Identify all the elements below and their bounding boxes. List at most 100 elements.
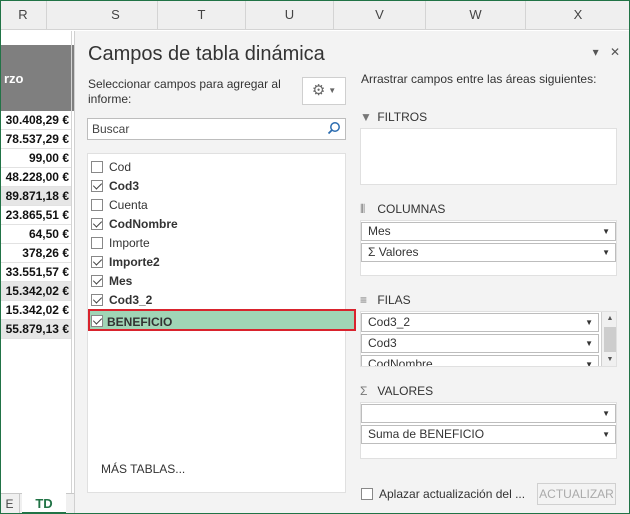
scroll-down-icon[interactable]: ▼ [602, 353, 616, 366]
field-label: CodNombre [109, 217, 178, 231]
sheet-cell[interactable]: 64,50 € [0, 225, 72, 244]
column-header-u[interactable]: U [246, 0, 334, 30]
field-item-importe2[interactable]: Importe2 [91, 253, 347, 272]
chevron-down-icon[interactable]: ▼ [602, 426, 610, 443]
row-field-cod3[interactable]: Cod3 ▼ [361, 334, 599, 353]
column-header-r[interactable]: R [0, 0, 47, 30]
search-input[interactable]: Buscar [87, 118, 346, 140]
columns-area-header: ⦀ COLUMNAS [360, 202, 445, 217]
row-field-label: Cod3_2 [368, 315, 411, 329]
field-checkbox[interactable] [91, 161, 103, 173]
sheet-cell[interactable]: 15.342,02 € [0, 301, 72, 320]
defer-update-checkbox[interactable] [361, 488, 373, 500]
sigma-icon: Σ [360, 384, 368, 398]
column-field-label: Σ Valores [368, 245, 419, 259]
field-label: Importe [109, 236, 150, 250]
scroll-up-icon[interactable]: ▲ [602, 312, 616, 326]
columns-area[interactable]: Mes ▼ Σ Valores ▼ [360, 220, 617, 276]
field-label: Importe2 [109, 255, 160, 269]
field-label: Cod3 [109, 179, 139, 193]
field-item-cod[interactable]: Cod [91, 158, 347, 177]
chevron-down-icon[interactable]: ▼ [585, 356, 593, 366]
pivot-fields-pane: Campos de tabla dinámica ▾ ✕ Seleccionar… [74, 31, 630, 514]
field-checkbox[interactable] [91, 256, 103, 268]
sheet-cell[interactable]: 78.537,29 € [0, 130, 72, 149]
sheet-tab-e[interactable]: E [0, 494, 20, 514]
chevron-down-icon: ▼ [328, 86, 337, 96]
sheet-gridline [71, 31, 72, 493]
column-field-valores[interactable]: Σ Valores ▼ [361, 243, 616, 262]
sheet-tab-td[interactable]: TD [22, 493, 66, 514]
column-header-w[interactable]: W [426, 0, 526, 30]
values-area[interactable]: ▼ Suma de BENEFICIO ▼ [360, 402, 617, 459]
pane-options-chevron-icon[interactable]: ▾ [593, 45, 599, 59]
field-checkbox[interactable] [91, 199, 103, 211]
chevron-down-icon[interactable]: ▼ [602, 223, 610, 240]
scroll-thumb[interactable] [604, 327, 616, 352]
column-header-t[interactable]: T [158, 0, 246, 30]
sheet-cell[interactable]: 99,00 € [0, 149, 72, 168]
field-item-importe[interactable]: Importe [91, 234, 347, 253]
gear-icon: ⚙ [311, 82, 326, 99]
field-item-mes[interactable]: Mes [91, 272, 347, 291]
chevron-down-icon[interactable]: ▼ [602, 244, 610, 261]
sheet-cell[interactable]: 55.879,13 € [0, 320, 72, 339]
column-header-v[interactable]: V [334, 0, 426, 30]
field-checkbox[interactable] [91, 218, 103, 230]
choose-fields-label: Seleccionar campos para agregar al infor… [88, 77, 281, 106]
sheet-tab-bar: E TD [0, 493, 74, 514]
values-area-header: Σ VALORES [360, 384, 433, 398]
sheet-cell[interactable]: 48.228,00 € [0, 168, 72, 187]
sheet-cell[interactable]: 23.865,51 € [0, 206, 72, 225]
row-field-cod3-2[interactable]: Cod3_2 ▼ [361, 313, 599, 332]
value-field-suma-beneficio[interactable]: Suma de BENEFICIO ▼ [361, 425, 616, 444]
filter-icon: ▼ [360, 110, 372, 124]
rows-scrollbar[interactable]: ▲ ▼ [601, 312, 616, 366]
search-icon[interactable] [327, 121, 341, 135]
rows-area[interactable]: Cod3_2 ▼ Cod3 ▼ CodNombre ▼ ▲ ▼ [360, 311, 617, 367]
sheet-cell[interactable]: 89.871,18 € [0, 187, 72, 206]
column-header-s[interactable]: S [74, 0, 158, 30]
sheet-cell[interactable]: 30.408,29 € [0, 111, 72, 130]
columns-icon: ⦀ [360, 202, 366, 216]
column-header-row: R S T U V W X [0, 0, 630, 30]
sheet-header-label: rzo [4, 71, 24, 86]
row-field-label: CodNombre [368, 357, 433, 367]
field-label: Cuenta [109, 198, 148, 212]
row-field-codnombre[interactable]: CodNombre ▼ [361, 355, 599, 367]
update-button[interactable]: ACTUALIZAR [537, 483, 616, 505]
column-field-label: Mes [368, 224, 391, 238]
rows-icon: ≡ [360, 293, 368, 307]
chevron-down-icon[interactable]: ▼ [585, 335, 593, 352]
field-checkbox[interactable] [91, 180, 103, 192]
areas-label: Arrastrar campos entre las áreas siguien… [361, 72, 597, 86]
sheet-cell[interactable]: 15.342,02 € [0, 282, 72, 301]
field-checkbox[interactable] [91, 275, 103, 287]
column-header-x[interactable]: X [526, 0, 630, 30]
pane-title: Campos de tabla dinámica [88, 43, 325, 65]
defer-update-option[interactable]: Aplazar actualización del ... [361, 487, 525, 501]
field-label: Cod3_2 [109, 293, 153, 307]
field-item-beneficio[interactable]: BENEFICIO [88, 309, 356, 331]
sheet-cell[interactable]: 33.551,57 € [0, 263, 72, 282]
filters-area-header: ▼ FILTROS [360, 110, 427, 124]
chevron-down-icon[interactable]: ▼ [602, 405, 610, 422]
values-area-label: VALORES [377, 384, 434, 398]
field-checkbox[interactable] [91, 315, 103, 327]
rows-area-header: ≡ FILAS [360, 293, 411, 307]
sheet-cell[interactable]: 378,26 € [0, 244, 72, 263]
value-field-empty[interactable]: ▼ [361, 404, 616, 423]
close-icon[interactable]: ✕ [610, 45, 620, 59]
chevron-down-icon[interactable]: ▼ [585, 314, 593, 331]
field-item-cod3[interactable]: Cod3 [91, 177, 347, 196]
field-checkbox[interactable] [91, 237, 103, 249]
column-field-mes[interactable]: Mes ▼ [361, 222, 616, 241]
field-item-cuenta[interactable]: Cuenta [91, 196, 347, 215]
field-checkbox[interactable] [91, 294, 103, 306]
more-tables-link[interactable]: MÁS TABLAS... [101, 462, 185, 476]
field-item-cod3-2[interactable]: Cod3_2 [91, 291, 347, 310]
sheet-header-cell[interactable]: rzo [0, 45, 74, 111]
field-item-codnombre[interactable]: CodNombre [91, 215, 347, 234]
filters-area[interactable] [360, 128, 617, 185]
tools-button[interactable]: ⚙ ▼ [302, 77, 346, 105]
